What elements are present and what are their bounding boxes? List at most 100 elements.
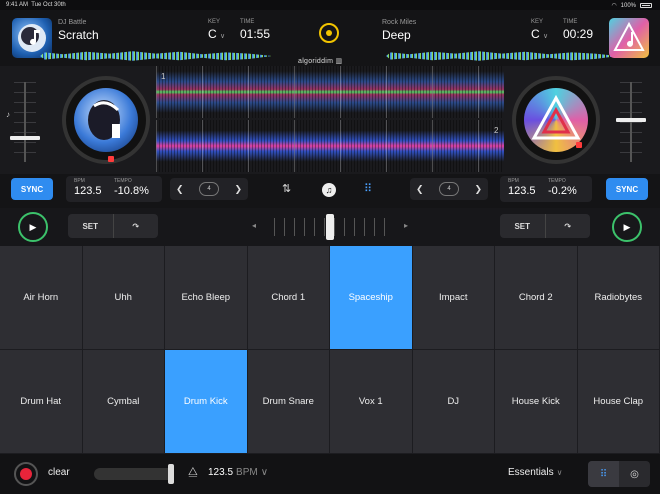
deck-left-bpm-tempo[interactable]: BPM 123.5 TEMPO -10.8% (66, 176, 162, 202)
deck-left-turntable[interactable] (62, 76, 150, 164)
jump-arrow-icon: ↷ (564, 221, 572, 231)
brand-logo: algoriddim ▥ (298, 58, 343, 65)
deck-left-jump-button[interactable]: ↷ (112, 214, 159, 238)
sequencer-view-icon[interactable]: ◎ (619, 461, 650, 487)
deck-right-play-button[interactable]: ▶ (612, 212, 642, 242)
sampler-bpm[interactable]: 123.5 BPM ∨ (208, 467, 268, 478)
fader-knob[interactable] (10, 136, 40, 140)
chevron-left-icon[interactable]: ❮ (416, 184, 424, 195)
deck-right-info: Rock Miles Deep (382, 19, 416, 42)
turntable-marker (108, 156, 114, 162)
chevron-right-icon[interactable]: ▸ (404, 221, 408, 230)
pad-r2-1[interactable]: Drum Hat (0, 350, 83, 454)
music-note-icon: ♪ (6, 110, 10, 119)
deck-right-cue-group: SET ↷ (500, 214, 590, 238)
play-icon: ▶ (29, 221, 37, 232)
grid-view-icon[interactable]: ⠿ (588, 461, 619, 487)
deck-right-set-button[interactable]: SET (500, 214, 545, 238)
deck-left-artist: DJ Battle (58, 19, 87, 26)
view-toggle-group: ⠿ ◎ (588, 461, 650, 487)
pad-r1-1[interactable]: Air Horn (0, 246, 83, 350)
loop-icon[interactable]: 4 (199, 182, 219, 196)
chevron-left-icon[interactable]: ◂ (252, 221, 256, 230)
pad-r2-2[interactable]: Cymbal (82, 350, 165, 454)
deck-right-jump-button[interactable]: ↷ (544, 214, 591, 238)
control-row: SYNC BPM 123.5 TEMPO -10.8% ❮ 4 ❯ ⇅ ♫ ⠿ ❮ … (0, 174, 660, 208)
deck-right-waveform-label: 2 (494, 126, 499, 135)
deck-left-waveform-label: 1 (161, 72, 166, 81)
pad-r2-7[interactable]: House Kick (495, 350, 578, 454)
deck-right-artwork[interactable] (609, 18, 649, 58)
deck-right-turntable[interactable] (512, 76, 600, 164)
deck-right-artist: Rock Miles (382, 19, 417, 26)
deck-left-key[interactable]: KEY C ∨ (208, 19, 225, 41)
pad-r1-8[interactable]: Radiobytes (577, 246, 660, 350)
deck-left-artwork[interactable] (12, 18, 52, 58)
deck-right-tempo: -0.2% (548, 185, 577, 197)
pad-r2-6[interactable]: DJ (412, 350, 495, 454)
deck-right-bpm-tempo[interactable]: BPM 123.5 TEMPO -0.2% (500, 176, 592, 202)
deck-left-volume-fader[interactable] (6, 76, 46, 166)
pad-r2-5[interactable]: Vox 1 (330, 350, 413, 454)
deck-left-set-button[interactable]: SET (68, 214, 113, 238)
turntable-marker (576, 142, 582, 148)
pad-r1-2[interactable]: Uhh (82, 246, 165, 350)
deck-right-bpm: 123.5 (508, 185, 536, 197)
bottom-bar: clear ⧋ 123.5 BPM ∨ Essentials ∨ ⠿ ◎ (0, 454, 660, 494)
pad-r2-3[interactable]: Drum Kick (165, 350, 248, 454)
pad-r2-4[interactable]: Drum Snare (247, 350, 330, 454)
deck-left-overview-waveform[interactable] (40, 51, 272, 61)
pad-r2-8[interactable]: House Clap (577, 350, 660, 454)
pad-r1-5[interactable]: Spaceship (330, 246, 413, 350)
pad-r1-3[interactable]: Echo Bleep (165, 246, 248, 350)
music-library-icon[interactable]: ♫ (322, 183, 336, 197)
sample-preset-selector[interactable]: Essentials ∨ (508, 467, 562, 478)
pad-r1-6[interactable]: Impact (412, 246, 495, 350)
deck-left-loop-nav: ❮ 4 ❯ (170, 178, 248, 200)
chevron-down-icon: ∨ (556, 468, 563, 477)
battery-icon (640, 3, 652, 8)
deck-area: ♪ 1 2 (0, 66, 660, 174)
sampler-pads: Air Horn Uhh Echo Bleep Chord 1 Spaceshi… (0, 246, 660, 454)
deck-right-volume-fader[interactable] (612, 76, 652, 166)
wifi-icon: ◠ (611, 3, 617, 9)
deck-right-loop-nav: ❮ 4 ❯ (410, 178, 488, 200)
clear-button[interactable]: clear (48, 467, 70, 478)
record-button[interactable] (14, 462, 38, 486)
chevron-down-icon: ∨ (260, 467, 269, 478)
deck-left-title: Scratch (58, 28, 99, 42)
deck-right-title: Deep (382, 28, 411, 42)
deck-right-overview-waveform[interactable] (386, 51, 618, 61)
pad-r1-7[interactable]: Chord 2 (495, 246, 578, 350)
deck-right-sync-button[interactable]: SYNC (606, 178, 648, 200)
deck-left-bpm: 123.5 (74, 185, 102, 197)
chevron-right-icon[interactable]: ❯ (234, 184, 242, 195)
chevron-down-icon: ∨ (543, 33, 549, 40)
mixer-icon[interactable]: ⇅ (282, 182, 291, 195)
deck-right-key[interactable]: KEY C ∨ (531, 19, 548, 41)
deck-left-play-button[interactable]: ▶ (18, 212, 48, 242)
deck-left-tempo: -10.8% (114, 185, 149, 197)
sampler-volume-slider[interactable] (94, 464, 174, 484)
chevron-left-icon[interactable]: ❮ (176, 184, 184, 195)
status-time-date: 9:41 AM Tue Oct 30th (6, 2, 66, 8)
loop-icon[interactable]: 4 (439, 182, 459, 196)
deck-left-sync-button[interactable]: SYNC (11, 178, 53, 200)
play-icon: ▶ (623, 221, 631, 232)
chevron-down-icon: ∨ (220, 33, 226, 40)
center-record-icon[interactable] (319, 23, 339, 43)
fader-knob[interactable] (616, 118, 646, 122)
deck-right-time: TIME 00:29 (563, 19, 594, 41)
deck-left-waveform[interactable] (156, 66, 504, 118)
chevron-right-icon[interactable]: ❯ (474, 184, 482, 195)
deck-right-waveform[interactable] (156, 120, 504, 172)
pitch-bend-slider[interactable]: ◂ ▸ (250, 214, 410, 240)
pad-r1-4[interactable]: Chord 1 (247, 246, 330, 350)
deck-left-cue-group: SET ↷ (68, 214, 158, 238)
status-bar: 9:41 AM Tue Oct 30th ◠ 100% (0, 0, 660, 10)
slider-knob[interactable] (168, 464, 174, 484)
metronome-icon[interactable]: ⧋ (188, 466, 198, 479)
pitch-knob[interactable] (326, 214, 334, 240)
jump-arrow-icon: ↷ (132, 221, 140, 231)
pads-grid-icon[interactable]: ⠿ (364, 182, 372, 195)
